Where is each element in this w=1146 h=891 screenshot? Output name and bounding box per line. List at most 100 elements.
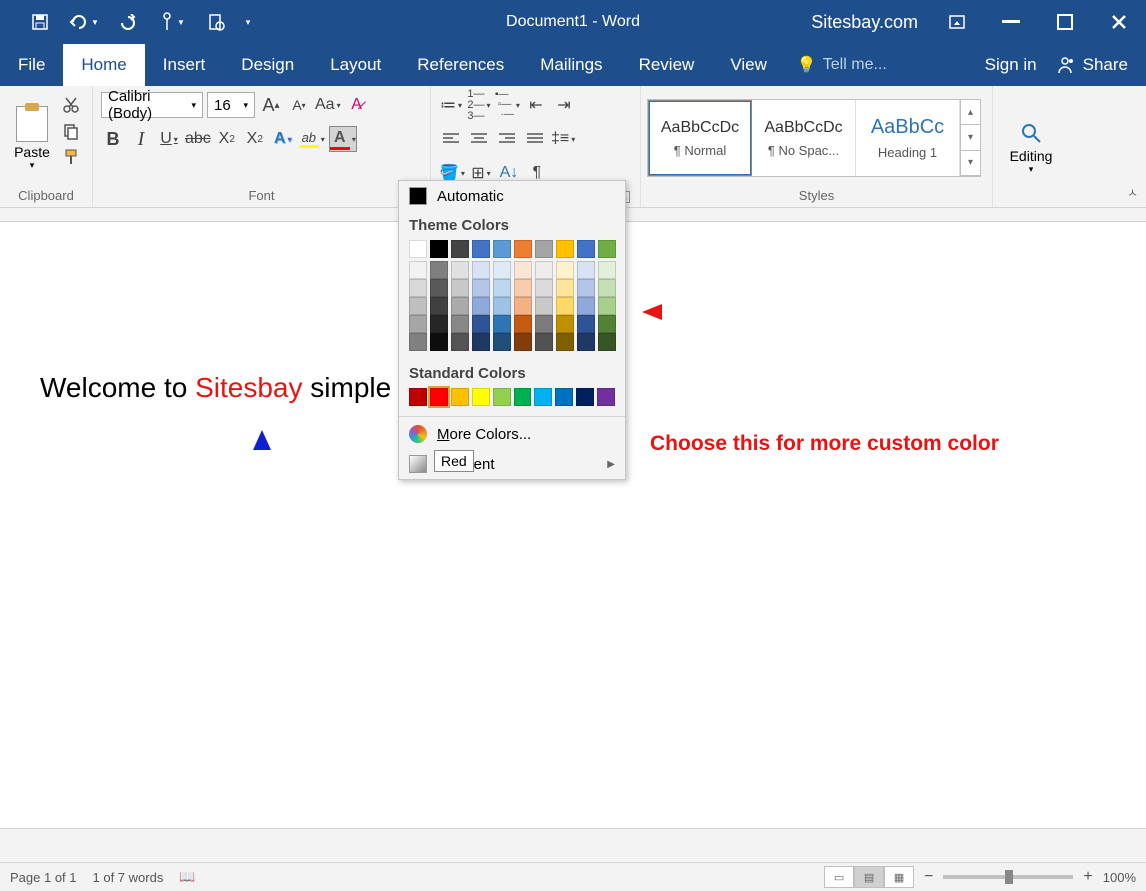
theme-color-swatch[interactable]: [451, 261, 469, 279]
tab-file[interactable]: File: [0, 44, 63, 86]
theme-color-swatch[interactable]: [598, 279, 616, 297]
theme-color-swatch[interactable]: [577, 261, 595, 279]
zoom-in-button[interactable]: +: [1083, 868, 1092, 886]
theme-color-swatch[interactable]: [493, 261, 511, 279]
theme-color-swatch[interactable]: [535, 315, 553, 333]
tab-review[interactable]: Review: [621, 44, 713, 86]
paste-button[interactable]: Paste ▾: [6, 90, 58, 186]
spellcheck-icon[interactable]: 📖: [179, 869, 195, 885]
word-count[interactable]: 1 of 7 words: [93, 870, 164, 885]
undo-icon[interactable]: ▼: [62, 0, 106, 44]
strikethrough-button[interactable]: abc: [185, 126, 211, 152]
styles-gallery[interactable]: AaBbCcDc¶ Normal AaBbCcDc¶ No Spac... Aa…: [647, 99, 981, 177]
theme-color-swatch[interactable]: [598, 240, 616, 258]
theme-color-swatch[interactable]: [430, 261, 448, 279]
theme-color-swatch[interactable]: [514, 261, 532, 279]
style-no-spacing[interactable]: AaBbCcDc¶ No Spac...: [752, 100, 856, 176]
theme-color-swatch[interactable]: [493, 279, 511, 297]
theme-color-swatch[interactable]: [535, 279, 553, 297]
theme-color-swatch[interactable]: [535, 240, 553, 258]
highlight-color-icon[interactable]: ab▾: [299, 126, 325, 152]
theme-color-swatch[interactable]: [409, 315, 427, 333]
style-heading-1[interactable]: AaBbCcHeading 1: [856, 100, 960, 176]
standard-color-swatch[interactable]: [472, 388, 490, 406]
style-normal[interactable]: AaBbCcDc¶ Normal: [648, 100, 752, 176]
theme-color-swatch[interactable]: [409, 240, 427, 258]
theme-color-swatch[interactable]: [472, 297, 490, 315]
standard-color-swatch[interactable]: [555, 388, 573, 406]
align-right-icon[interactable]: [495, 126, 519, 152]
standard-color-swatch[interactable]: [514, 388, 532, 406]
theme-color-swatch[interactable]: [493, 333, 511, 351]
standard-color-swatch[interactable]: [597, 388, 615, 406]
theme-color-swatch[interactable]: [577, 297, 595, 315]
theme-color-swatch[interactable]: [514, 333, 532, 351]
standard-color-swatch[interactable]: [493, 388, 511, 406]
styles-scroll-up[interactable]: ▴: [961, 100, 980, 125]
zoom-out-button[interactable]: −: [924, 868, 933, 886]
standard-color-swatch[interactable]: [576, 388, 594, 406]
view-read-mode[interactable]: ▭: [824, 866, 854, 888]
tell-me-search[interactable]: 💡Tell me...: [785, 44, 887, 86]
change-case-icon[interactable]: Aa▾: [315, 92, 341, 118]
ribbon-display-icon[interactable]: [930, 0, 984, 44]
minimize-icon[interactable]: [984, 0, 1038, 44]
theme-color-swatch[interactable]: [472, 315, 490, 333]
more-colors-item[interactable]: More Colors...: [399, 419, 625, 449]
bold-button[interactable]: B: [101, 126, 125, 152]
theme-color-swatch[interactable]: [598, 261, 616, 279]
theme-color-swatch[interactable]: [430, 279, 448, 297]
theme-color-swatch[interactable]: [493, 315, 511, 333]
bullets-icon[interactable]: ≔▾: [439, 92, 463, 118]
multilevel-list-icon[interactable]: ▪— ▫— ·—▾: [495, 92, 520, 118]
styles-expand[interactable]: ▾: [961, 151, 980, 176]
shrink-font-icon[interactable]: A▾: [287, 92, 311, 118]
standard-color-swatch[interactable]: [409, 388, 427, 406]
styles-scroll-down[interactable]: ▾: [961, 125, 980, 150]
view-web-layout[interactable]: ▦: [884, 866, 914, 888]
subscript-button[interactable]: X2: [215, 126, 239, 152]
redo-icon[interactable]: [106, 0, 150, 44]
increase-indent-icon[interactable]: ⇥: [552, 92, 576, 118]
tab-insert[interactable]: Insert: [145, 44, 224, 86]
close-icon[interactable]: [1092, 0, 1146, 44]
clear-formatting-icon[interactable]: A̷: [345, 92, 369, 118]
theme-color-swatch[interactable]: [514, 297, 532, 315]
format-painter-icon[interactable]: [62, 148, 82, 166]
touch-mode-icon[interactable]: ▼: [150, 0, 194, 44]
copy-icon[interactable]: [62, 122, 82, 140]
theme-color-swatch[interactable]: [430, 333, 448, 351]
theme-color-swatch[interactable]: [451, 240, 469, 258]
decrease-indent-icon[interactable]: ⇤: [524, 92, 548, 118]
font-name-select[interactable]: Calibri (Body)▾: [101, 92, 203, 118]
theme-color-swatch[interactable]: [535, 261, 553, 279]
standard-color-swatch[interactable]: [534, 388, 552, 406]
theme-color-swatch[interactable]: [472, 261, 490, 279]
save-icon[interactable]: [18, 0, 62, 44]
theme-color-swatch[interactable]: [556, 333, 574, 351]
tab-design[interactable]: Design: [223, 44, 312, 86]
theme-color-swatch[interactable]: [598, 333, 616, 351]
underline-button[interactable]: U▾: [157, 126, 181, 152]
tab-layout[interactable]: Layout: [312, 44, 399, 86]
qat-customize-icon[interactable]: ▾: [238, 0, 258, 44]
theme-color-swatch[interactable]: [556, 315, 574, 333]
zoom-level[interactable]: 100%: [1103, 870, 1136, 885]
theme-color-swatch[interactable]: [577, 315, 595, 333]
tab-view[interactable]: View: [712, 44, 785, 86]
gradient-item[interactable]: Gradient ▶: [399, 449, 625, 479]
theme-color-swatch[interactable]: [409, 333, 427, 351]
justify-icon[interactable]: [523, 126, 547, 152]
color-automatic[interactable]: Automatic: [399, 181, 625, 211]
font-color-button[interactable]: A▾: [329, 126, 357, 152]
align-left-icon[interactable]: [439, 126, 463, 152]
grow-font-icon[interactable]: A▴: [259, 92, 283, 118]
theme-color-swatch[interactable]: [514, 240, 532, 258]
share-button[interactable]: Share: [1055, 55, 1128, 75]
zoom-slider[interactable]: [943, 875, 1073, 879]
theme-color-swatch[interactable]: [514, 315, 532, 333]
theme-color-swatch[interactable]: [493, 297, 511, 315]
theme-color-swatch[interactable]: [598, 297, 616, 315]
theme-color-swatch[interactable]: [577, 240, 595, 258]
theme-color-swatch[interactable]: [514, 279, 532, 297]
